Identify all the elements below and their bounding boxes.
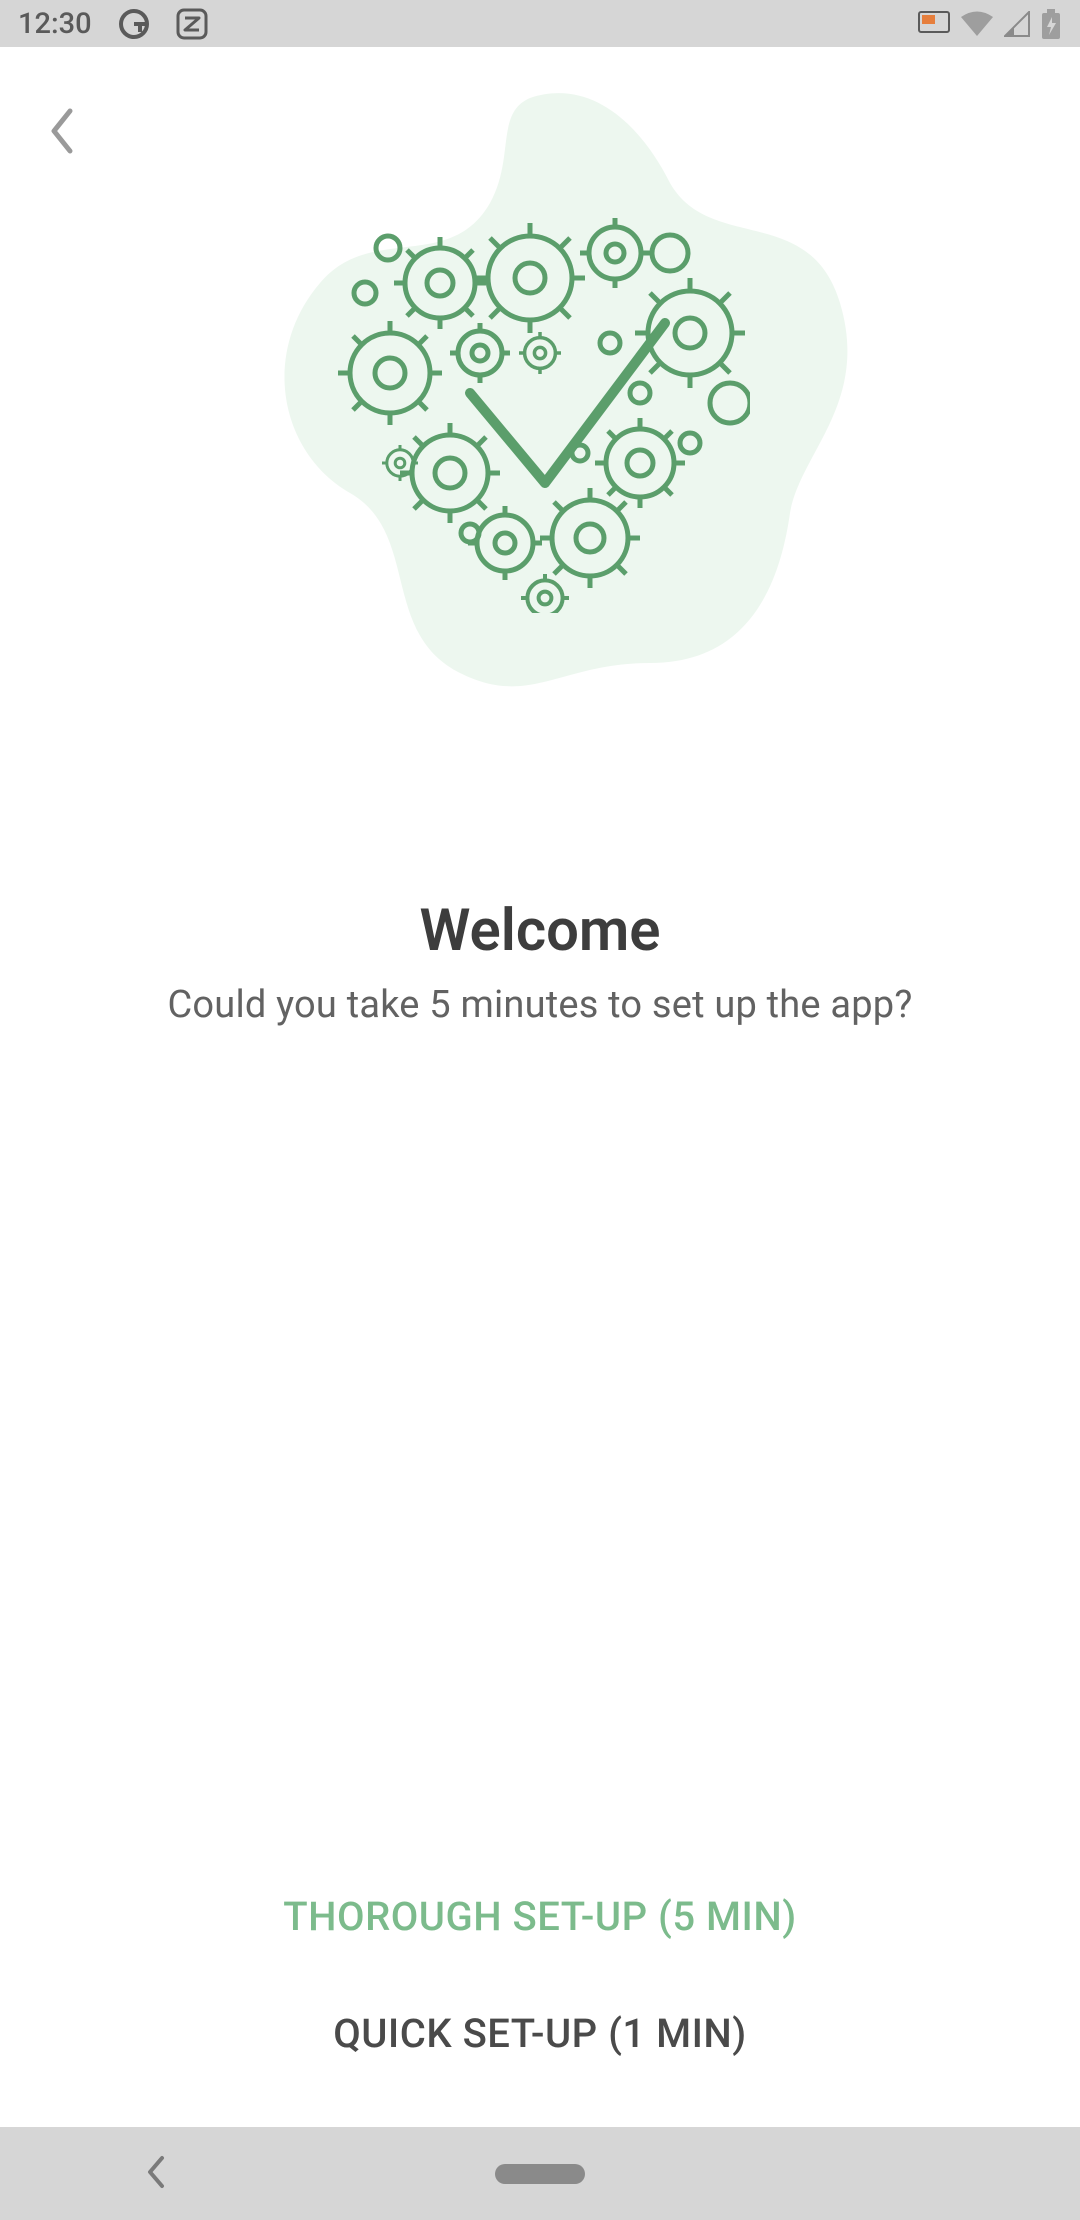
gears-shield-icon	[330, 193, 750, 613]
quick-setup-button[interactable]: QUICK SET-UP (1 MIN)	[333, 2010, 747, 2057]
thorough-setup-button[interactable]: THOROUGH SET-UP (5 MIN)	[283, 1893, 796, 1940]
nav-home-pill[interactable]	[495, 2164, 585, 2184]
welcome-text-section: Welcome Could you take 5 minutes to set …	[0, 897, 1080, 1027]
welcome-title: Welcome	[0, 897, 1080, 965]
welcome-subtitle: Could you take 5 minutes to set up the a…	[0, 983, 1080, 1027]
app-badge-icon	[176, 8, 208, 40]
status-time: 12:30	[18, 7, 92, 41]
status-bar-left: 12:30	[18, 7, 208, 41]
chevron-left-icon	[145, 2154, 167, 2190]
main-content: Welcome Could you take 5 minutes to set …	[0, 47, 1080, 2127]
setup-buttons: THOROUGH SET-UP (5 MIN) QUICK SET-UP (1 …	[0, 1893, 1080, 2057]
cast-icon	[918, 11, 950, 37]
nav-back-button[interactable]	[145, 2154, 167, 2194]
battery-icon	[1040, 9, 1062, 39]
signal-icon	[1004, 11, 1030, 37]
wifi-icon	[960, 11, 994, 37]
hero-illustration	[0, 47, 1080, 727]
system-nav-bar	[0, 2127, 1080, 2220]
status-bar: 12:30	[0, 0, 1080, 47]
google-icon	[118, 8, 150, 40]
status-bar-right	[918, 9, 1062, 39]
